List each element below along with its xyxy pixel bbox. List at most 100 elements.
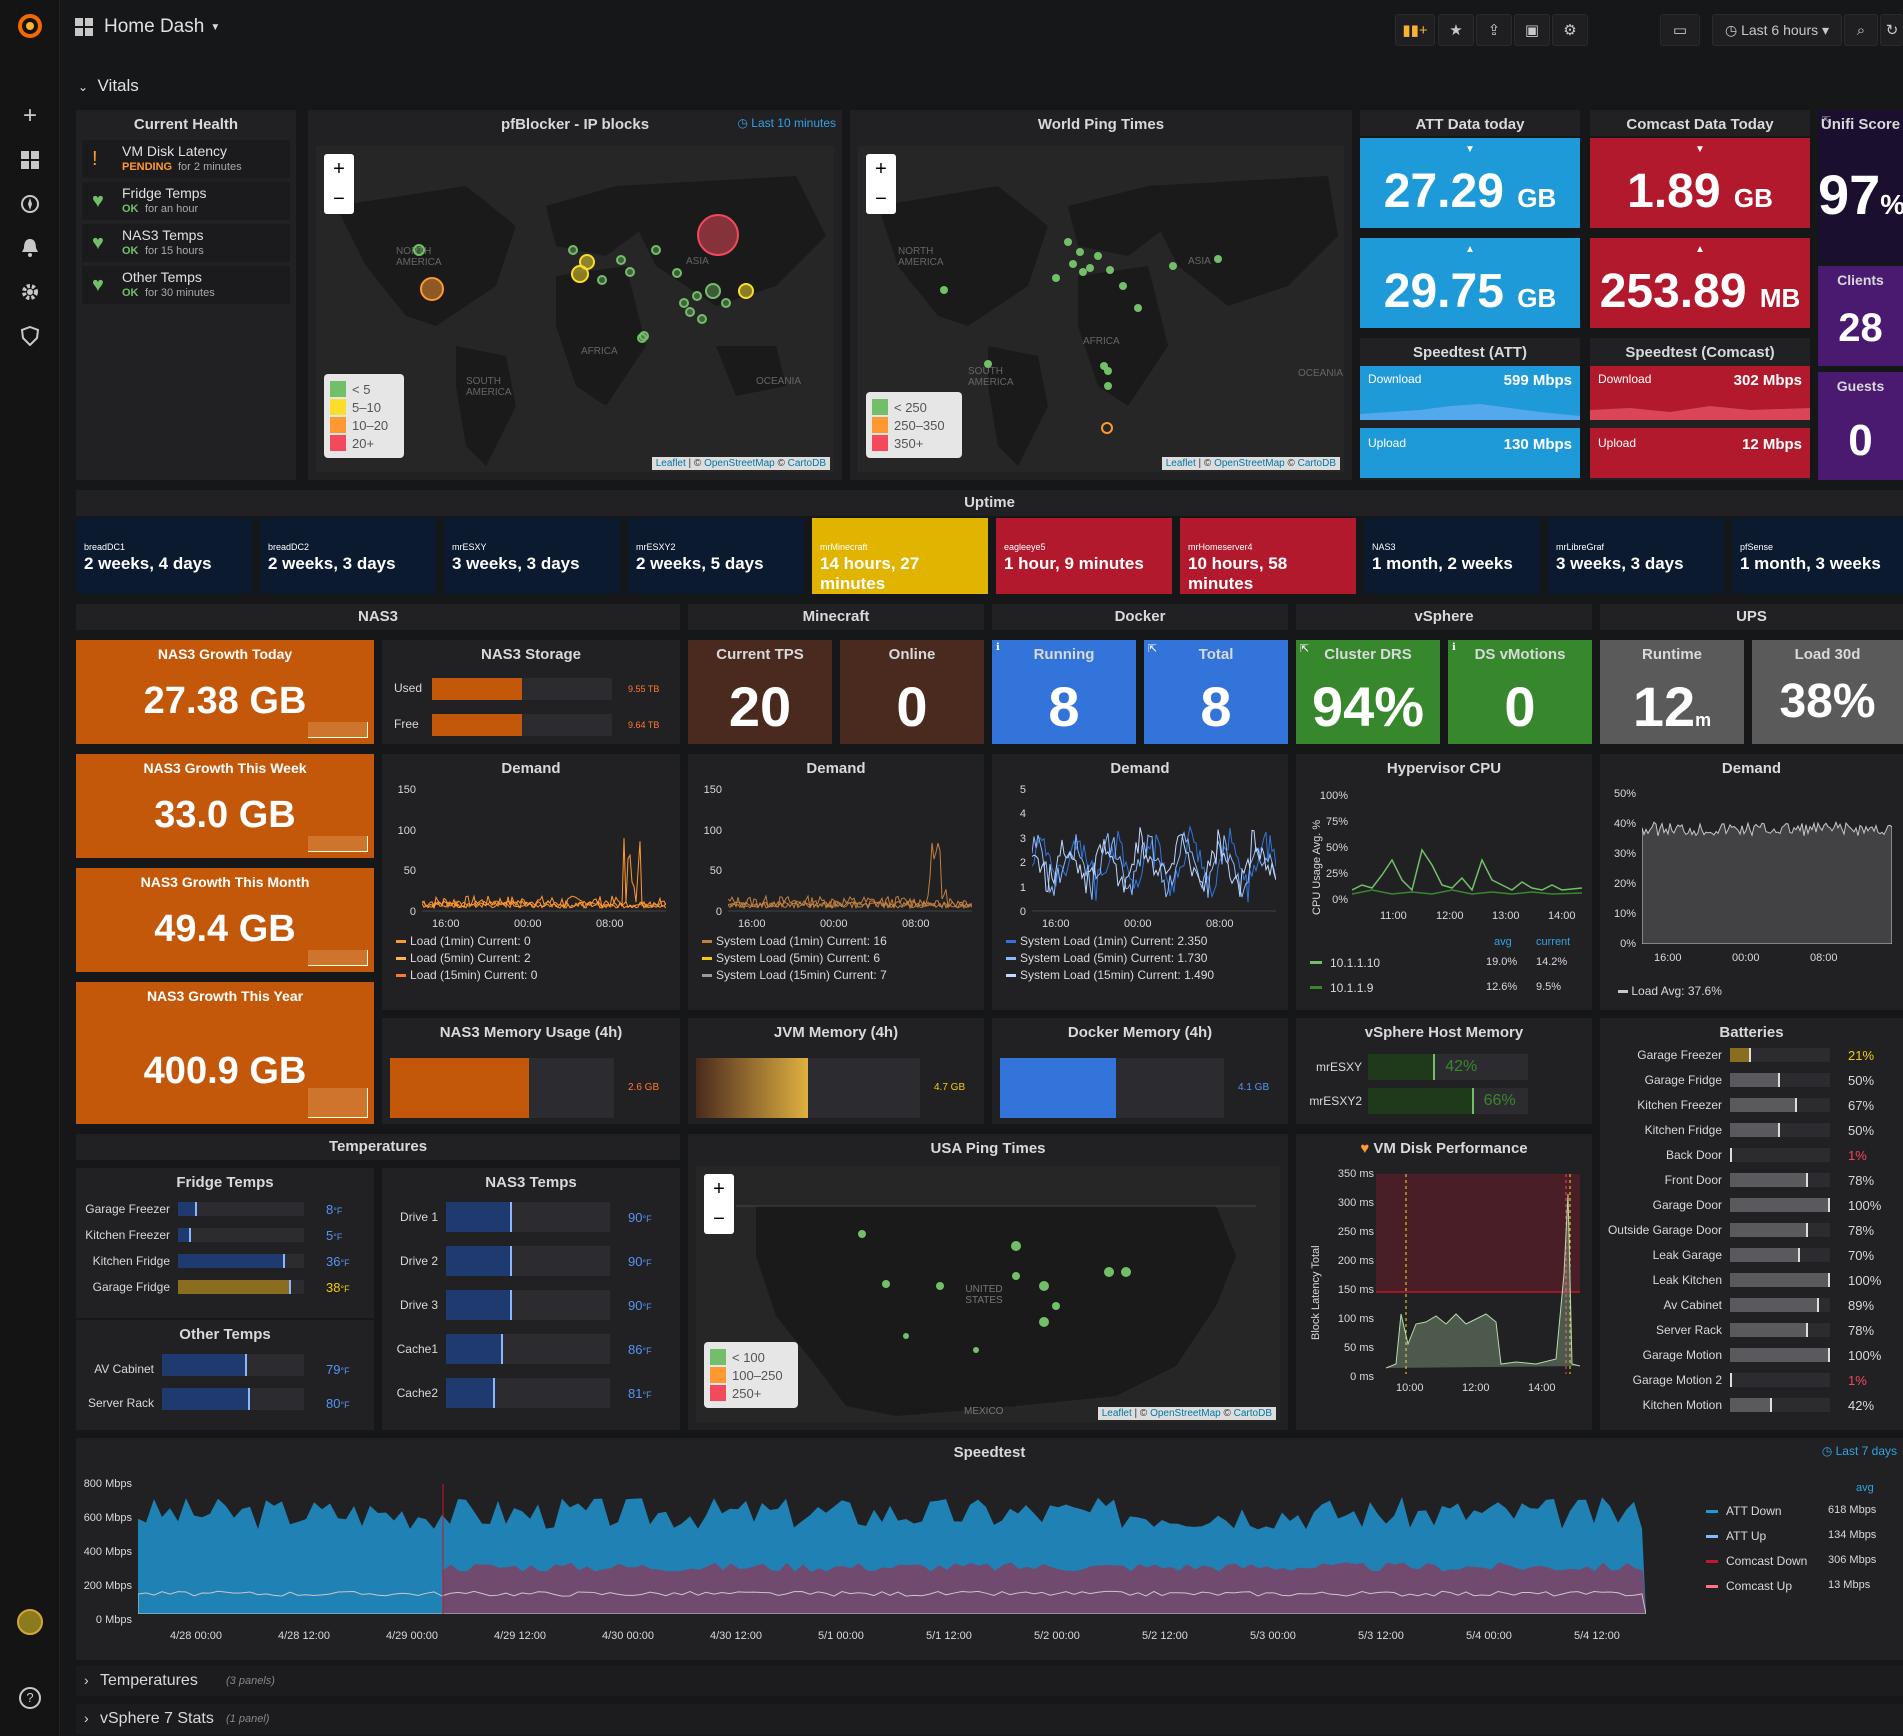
zoom-out-button[interactable]: − bbox=[704, 1204, 734, 1234]
running-value: 8 bbox=[1048, 675, 1080, 738]
alert-list-item[interactable]: ♥ Other Temps OK for 30 minutes bbox=[82, 266, 290, 304]
uptime-tile[interactable]: mrESXY 3 weeks, 3 days bbox=[444, 518, 620, 594]
panel-title: VM Disk Performance bbox=[1373, 1140, 1528, 1157]
uptime-tile[interactable]: breadDC2 2 weeks, 3 days bbox=[260, 518, 436, 594]
legend-swatch bbox=[710, 1385, 726, 1401]
uptime-tile[interactable]: NAS3 1 month, 2 weeks bbox=[1364, 518, 1540, 594]
legend-swatch bbox=[1310, 961, 1322, 964]
uptime-tile[interactable]: eagleeye5 1 hour, 9 minutes bbox=[996, 518, 1172, 594]
legend-item[interactable]: System Load (5min) Current: 6 bbox=[702, 951, 880, 965]
world-map[interactable]: NORTH AMERICA ASIA AFRICA SOUTH AMERICA … bbox=[316, 146, 834, 472]
uptime-tile[interactable]: breadDC1 2 weeks, 4 days bbox=[76, 518, 252, 594]
battery-bar bbox=[1730, 1123, 1830, 1137]
legend-item[interactable]: Load (15min) Current: 0 bbox=[396, 968, 537, 982]
alert-list-item[interactable]: ♥ Fridge Temps OK for an hour bbox=[82, 182, 290, 220]
host-name: mrESXY2 bbox=[1309, 1094, 1362, 1108]
unifi-clients-stat: Clients 28 bbox=[1818, 266, 1903, 366]
legend-item[interactable]: System Load (1min) Current: 16 bbox=[702, 934, 887, 948]
avatar[interactable] bbox=[0, 1604, 60, 1640]
world-ping-map[interactable]: NORTH AMERICA ASIA AFRICA SOUTH AMERICA … bbox=[858, 146, 1344, 472]
legend-item[interactable]: Load Avg: 37.6% bbox=[1618, 984, 1722, 998]
carto-link[interactable]: CartoDB bbox=[1234, 1408, 1272, 1419]
share-button[interactable]: ⇪ bbox=[1476, 14, 1512, 46]
legend-item[interactable]: Load (1min) Current: 0 bbox=[396, 934, 531, 948]
legend-label[interactable]: ATT Down bbox=[1726, 1504, 1782, 1518]
x-tick: 5/4 00:00 bbox=[1466, 1630, 1512, 1642]
dashboards-icon[interactable] bbox=[0, 142, 60, 178]
map-legend: < 250 250–350 350+ bbox=[866, 392, 962, 458]
row-temperatures[interactable]: › Temperatures (3 panels) bbox=[76, 1666, 1903, 1696]
monitor-icon: ▭ bbox=[1672, 22, 1688, 39]
growth-title: NAS3 Growth This Month bbox=[140, 874, 310, 890]
panel-title: Demand bbox=[806, 760, 866, 777]
legend-item[interactable]: System Load (15min) Current: 1.490 bbox=[1006, 968, 1214, 982]
grafana-logo-icon[interactable] bbox=[0, 8, 60, 44]
usa-map[interactable]: UNITED STATES MEXICO + − < 100 100–250 250+… bbox=[696, 1166, 1280, 1422]
legend-label: System Load (15min) Current: 7 bbox=[716, 968, 887, 982]
zoom-controls[interactable]: + − bbox=[704, 1174, 734, 1234]
legend-label[interactable]: Comcast Up bbox=[1726, 1579, 1792, 1593]
uptime-tile[interactable]: mrMinecraft 14 hours, 27 minutes bbox=[812, 518, 988, 594]
legend-label[interactable]: Comcast Down bbox=[1726, 1554, 1807, 1568]
row-vsphere-7-stats[interactable]: › vSphere 7 Stats (1 panel) bbox=[76, 1704, 1903, 1734]
legend-item[interactable]: System Load (15min) Current: 7 bbox=[702, 968, 887, 982]
carto-link[interactable]: CartoDB bbox=[788, 458, 826, 469]
panel-title: Fridge Temps bbox=[176, 1174, 274, 1191]
osm-link[interactable]: OpenStreetMap bbox=[1150, 1408, 1221, 1419]
legend-item[interactable]: System Load (1min) Current: 2.350 bbox=[1006, 934, 1207, 948]
legend-label[interactable]: ATT Up bbox=[1726, 1529, 1766, 1543]
uptime-tile[interactable]: mrHomeserver4 10 hours, 58 minutes bbox=[1180, 518, 1356, 594]
tv-mode-button[interactable]: ▭ bbox=[1660, 14, 1700, 46]
osm-link[interactable]: OpenStreetMap bbox=[704, 458, 775, 469]
zoom-in-button[interactable]: + bbox=[704, 1174, 734, 1204]
batteries-panel: Batteries Garage Freezer 21% Garage Fridge… bbox=[1600, 1018, 1903, 1430]
shield-icon[interactable] bbox=[0, 318, 60, 354]
uptime-tile[interactable]: pfSense 1 month, 3 weeks bbox=[1732, 518, 1903, 594]
leaflet-link[interactable]: Leaflet bbox=[656, 458, 686, 469]
battery-value: 100% bbox=[1848, 1273, 1882, 1288]
settings-gear-icon[interactable] bbox=[0, 274, 60, 310]
dashboard-title[interactable]: Home Dash ▼ bbox=[74, 16, 220, 38]
legend-host[interactable]: 10.1.1.9 bbox=[1330, 981, 1373, 995]
storage-bar-fill bbox=[432, 714, 522, 736]
osm-link[interactable]: OpenStreetMap bbox=[1214, 458, 1285, 469]
battery-name: Kitchen Motion bbox=[1642, 1398, 1722, 1412]
row-vitals[interactable]: ⌄ Vitals bbox=[78, 76, 139, 96]
zoom-controls[interactable]: + − bbox=[866, 154, 896, 214]
carto-link[interactable]: CartoDB bbox=[1298, 458, 1336, 469]
fridge-temps-panel: Fridge Temps Garage Freezer 8°F Kitchen Fr… bbox=[76, 1168, 374, 1318]
zoom-out-button[interactable]: − bbox=[866, 184, 896, 214]
leaflet-link[interactable]: Leaflet bbox=[1166, 458, 1196, 469]
alert-list-item[interactable]: ♥ NAS3 Temps OK for 15 hours bbox=[82, 224, 290, 262]
time-range-picker[interactable]: ◷ Last 6 hours ▾ bbox=[1712, 14, 1842, 46]
legend-avg: 13 Mbps bbox=[1828, 1579, 1871, 1591]
zoom-out-button[interactable]: ⌕ bbox=[1844, 14, 1878, 46]
download-value: 599 Mbps bbox=[1503, 372, 1572, 389]
zoom-in-button[interactable]: + bbox=[324, 154, 354, 184]
explore-icon[interactable] bbox=[0, 186, 60, 222]
uptime-tile[interactable]: mrESXY2 2 weeks, 5 days bbox=[628, 518, 804, 594]
star-button[interactable]: ★ bbox=[1438, 14, 1474, 46]
create-icon[interactable]: + bbox=[0, 98, 60, 134]
battery-bar bbox=[1730, 1223, 1830, 1237]
temp-number: 86 bbox=[628, 1342, 643, 1357]
zoom-out-button[interactable]: − bbox=[324, 184, 354, 214]
refresh-button[interactable]: ↻ bbox=[1880, 14, 1903, 46]
temp-bar-fill bbox=[178, 1280, 292, 1294]
legend-item[interactable]: Load (5min) Current: 2 bbox=[396, 951, 531, 965]
comcast-down-stat: ▼ 1.89 GB bbox=[1590, 138, 1810, 228]
legend-swatch bbox=[330, 417, 346, 433]
uptime-tile[interactable]: mrLibreGraf 3 weeks, 3 days bbox=[1548, 518, 1724, 594]
save-button[interactable]: ▣ bbox=[1514, 14, 1550, 46]
alert-list-item[interactable]: ! VM Disk Latency PENDING for 2 minutes bbox=[82, 140, 290, 178]
legend-item[interactable]: System Load (5min) Current: 1.730 bbox=[1006, 951, 1207, 965]
leaflet-link[interactable]: Leaflet bbox=[1102, 1408, 1132, 1419]
legend-host[interactable]: 10.1.1.10 bbox=[1330, 956, 1380, 970]
settings-button[interactable]: ⚙ bbox=[1552, 14, 1588, 46]
heart-icon: ♥ bbox=[92, 232, 104, 254]
zoom-controls[interactable]: + − bbox=[324, 154, 354, 214]
alerting-bell-icon[interactable] bbox=[0, 230, 60, 266]
add-panel-button[interactable]: ▮▮+ bbox=[1395, 14, 1435, 46]
zoom-in-button[interactable]: + bbox=[866, 154, 896, 184]
help-icon[interactable]: ? bbox=[0, 1680, 60, 1716]
